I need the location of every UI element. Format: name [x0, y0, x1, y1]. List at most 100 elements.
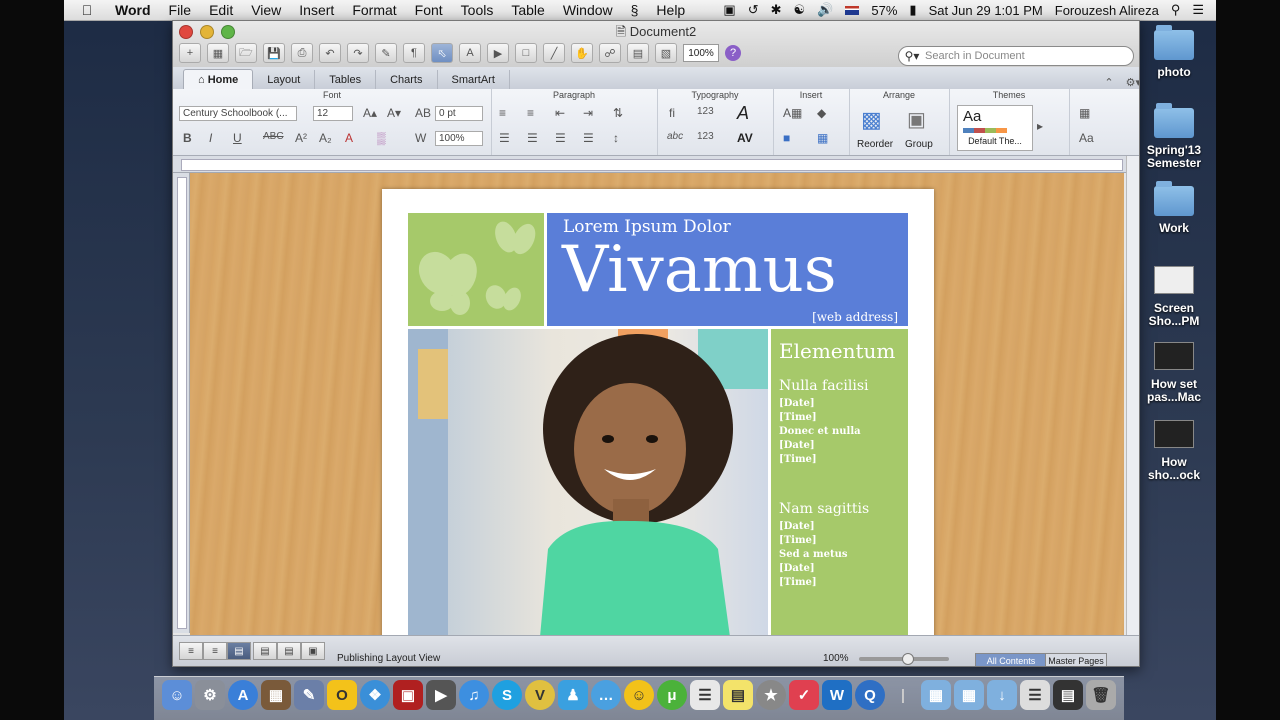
contacts-icon[interactable]: ♟: [558, 680, 588, 710]
menu-view[interactable]: View: [242, 2, 290, 18]
menu-window[interactable]: Window: [554, 2, 622, 18]
desktop-file-howset[interactable]: How set pas...Mac: [1134, 342, 1214, 404]
schedule-panel[interactable]: Elementum Nulla facilisi [Date] [Time] D…: [771, 329, 908, 635]
iphoto-icon[interactable]: ▦: [261, 680, 291, 710]
reorder-icon[interactable]: ▩: [861, 107, 882, 133]
subscript-icon[interactable]: A₂: [319, 131, 332, 145]
zoom-box[interactable]: 100%: [683, 44, 719, 62]
line-spacing-icon[interactable]: ↕: [613, 131, 619, 145]
vlc-icon[interactable]: V: [525, 680, 555, 710]
hand-tool-icon[interactable]: ✋: [571, 43, 593, 63]
theme-gallery[interactable]: Aa Default The...: [957, 105, 1033, 151]
theme-fonts-icon[interactable]: Aa: [1079, 131, 1094, 145]
notification-icon[interactable]: ☰: [1192, 2, 1204, 18]
align-right-icon[interactable]: ☰: [555, 131, 566, 145]
photo-booth-icon[interactable]: ▣: [393, 680, 423, 710]
block2-line-3[interactable]: Sed a metus: [779, 548, 847, 562]
grow-font-icon[interactable]: A▴: [363, 106, 377, 120]
publishing-view-button[interactable]: ▤: [227, 642, 251, 660]
font-size-field[interactable]: 12: [313, 106, 353, 121]
toolbox-icon[interactable]: ▧: [655, 43, 677, 63]
girl-photo[interactable]: [408, 329, 768, 635]
wifi-icon[interactable]: ☯: [794, 2, 806, 18]
block1-line-1[interactable]: [Date]: [779, 397, 815, 411]
tab-charts[interactable]: Charts: [376, 70, 438, 89]
app-menu[interactable]: Word: [106, 2, 160, 18]
scale-field[interactable]: 100%: [435, 131, 483, 146]
user-name[interactable]: Forouzesh Alireza: [1055, 3, 1159, 18]
tab-smartart[interactable]: SmartArt: [438, 70, 510, 89]
text-box-icon[interactable]: A: [459, 43, 481, 63]
web-address[interactable]: [web address]: [812, 310, 898, 324]
block1-heading[interactable]: Nulla facilisi: [779, 378, 868, 394]
insert-picture-icon[interactable]: ▦: [817, 131, 828, 145]
menu-font[interactable]: Font: [406, 2, 452, 18]
theme-colors-icon[interactable]: ▦: [1079, 106, 1090, 120]
notebook-view-button[interactable]: ▤: [277, 642, 301, 660]
butterfly-panel[interactable]: [408, 213, 544, 326]
number-spacing-icon[interactable]: 123: [697, 131, 714, 142]
sort-icon[interactable]: ⇅: [613, 106, 623, 120]
char-spacing-icon[interactable]: AB: [415, 106, 431, 120]
shape-icon[interactable]: □: [515, 43, 537, 63]
superscript-icon[interactable]: A²: [295, 131, 307, 145]
menu-insert[interactable]: Insert: [290, 2, 343, 18]
menu-help[interactable]: Help: [647, 2, 694, 18]
tab-layout[interactable]: Layout: [253, 70, 316, 89]
norton-icon[interactable]: O: [327, 680, 357, 710]
title-panel[interactable]: Lorem Ipsum Dolor Vivamus [web address]: [547, 213, 908, 326]
swash-icon[interactable]: abc: [667, 131, 683, 142]
tab-tables[interactable]: Tables: [315, 70, 377, 89]
word-dock-icon[interactable]: W: [822, 680, 852, 710]
skype-icon[interactable]: S: [492, 680, 522, 710]
stylistic-set-icon[interactable]: A: [737, 103, 749, 124]
finder-icon[interactable]: ☺: [162, 680, 192, 710]
desktop-folder-work[interactable]: Work: [1134, 181, 1214, 235]
block1-line-4[interactable]: [Date]: [779, 439, 815, 453]
connector-icon[interactable]: ☍: [599, 43, 621, 63]
vertical-ruler[interactable]: [173, 173, 190, 633]
help-icon[interactable]: ?: [725, 45, 741, 61]
screen-mirror-icon[interactable]: ▣: [723, 2, 735, 18]
highlight-icon[interactable]: ▒: [377, 131, 386, 145]
input-flag-icon[interactable]: [845, 5, 860, 15]
draft-view-button[interactable]: ≡: [179, 642, 203, 660]
theme-next-icon[interactable]: ▸: [1037, 119, 1043, 133]
underline-icon[interactable]: U: [233, 131, 242, 145]
outdent-icon[interactable]: ⇤: [555, 106, 565, 120]
facetime-icon[interactable]: ▶: [426, 680, 456, 710]
print-layout-view-button[interactable]: ▤: [253, 642, 277, 660]
char-spacing-field[interactable]: 0 pt: [435, 106, 483, 121]
adium-icon[interactable]: ☺: [624, 680, 654, 710]
ligatures-icon[interactable]: fi: [669, 106, 675, 120]
quicktime-icon[interactable]: Q: [855, 680, 885, 710]
imovie-icon[interactable]: ★: [756, 680, 786, 710]
recent-items-icon[interactable]: ▤: [1053, 680, 1083, 710]
font-color-icon[interactable]: A: [345, 131, 353, 145]
document-page[interactable]: Lorem Ipsum Dolor Vivamus [web address]: [382, 189, 934, 635]
select-pointer-icon[interactable]: ⬁: [431, 43, 453, 63]
bluetooth-icon[interactable]: ✱: [771, 2, 782, 18]
zoom-slider[interactable]: [859, 653, 949, 665]
desktop-folder-photo[interactable]: photo: [1134, 25, 1214, 79]
block1-line-3[interactable]: Donec et nulla: [779, 425, 861, 439]
tab-home[interactable]: ⌂ Home: [183, 69, 254, 89]
horizontal-ruler[interactable]: [173, 156, 1139, 173]
desktop-folder-spring[interactable]: Spring'13 Semester: [1134, 103, 1214, 170]
trash-icon[interactable]: 🗑: [1086, 680, 1116, 710]
all-contents-tab[interactable]: All Contents: [975, 653, 1047, 666]
downloads-folder-icon[interactable]: ↓: [987, 680, 1017, 710]
group-icon[interactable]: ▣: [907, 107, 926, 132]
sidebar-icon[interactable]: ▤: [627, 43, 649, 63]
menu-edit[interactable]: Edit: [200, 2, 242, 18]
block2-line-1[interactable]: [Date]: [779, 520, 815, 534]
document-canvas[interactable]: Lorem Ipsum Dolor Vivamus [web address]: [190, 173, 1124, 635]
block2-heading[interactable]: Nam sagittis: [779, 501, 869, 517]
app-store-icon[interactable]: A: [228, 680, 258, 710]
doc-title[interactable]: Vivamus: [562, 233, 837, 307]
block2-line-5[interactable]: [Time]: [779, 576, 817, 590]
desktop-file-howsho[interactable]: How sho...ock: [1134, 420, 1214, 482]
block1-line-2[interactable]: [Time]: [779, 411, 817, 425]
show-formatting-icon[interactable]: ¶: [403, 43, 425, 63]
shrink-font-icon[interactable]: A▾: [387, 106, 401, 120]
